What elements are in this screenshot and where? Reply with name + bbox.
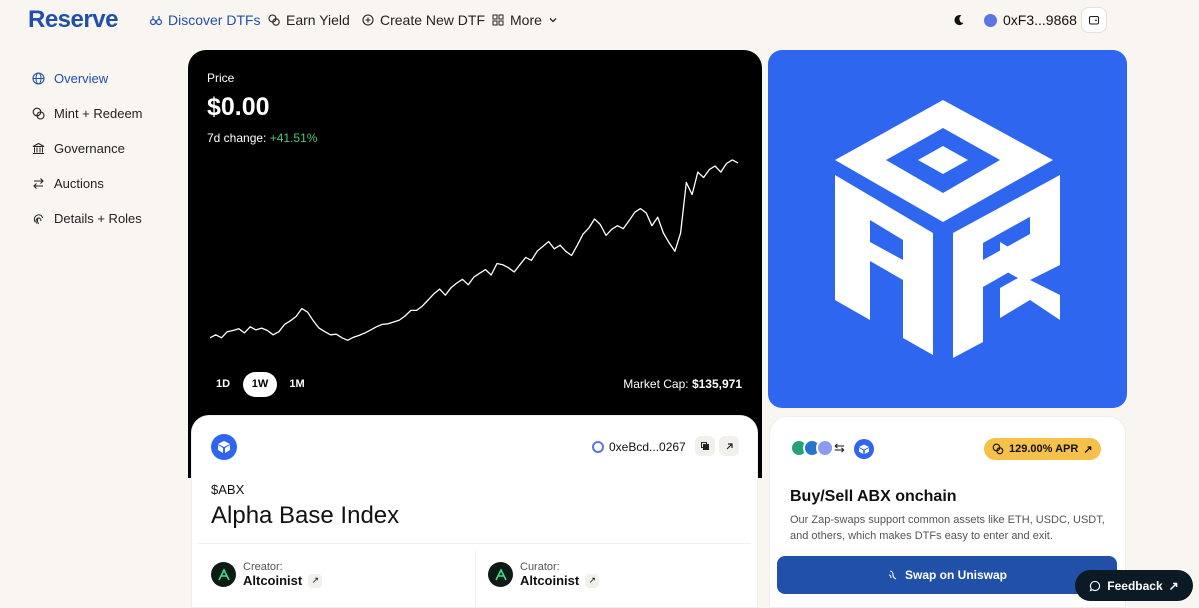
range-button-1m[interactable]: 1M [284, 372, 310, 397]
bank-icon [32, 142, 45, 154]
binoculars-icon [150, 16, 162, 26]
creator-name: Altcoinist [243, 573, 303, 588]
external-link-icon: ↗ [1083, 443, 1093, 456]
divider [198, 543, 751, 544]
price-chart-card: Price $0.00 7d change: +41.51% 1D 1W 1M … [188, 50, 762, 478]
coins-icon [992, 443, 1004, 455]
grid-icon [492, 14, 504, 26]
price-label: Price [207, 71, 235, 85]
altcoinist-avatar [211, 562, 236, 587]
token-ticker: $ABX [211, 482, 245, 497]
feedback-button[interactable]: Feedback ↗ [1075, 570, 1193, 601]
wallet-button[interactable] [1081, 7, 1107, 33]
copy-address-button[interactable] [695, 436, 715, 456]
swap-on-uniswap-button[interactable]: Swap on Uniswap [777, 556, 1117, 594]
swap-button-label: Swap on Uniswap [904, 568, 1007, 582]
creator-info: Creator: Altcoinist ↗ [211, 561, 323, 588]
nav-label: Create New DTF [380, 12, 486, 28]
copy-icon [700, 441, 709, 450]
sidebar-item-mint-redeem[interactable]: Mint + Redeem [32, 106, 143, 121]
price-series-line [209, 159, 739, 341]
price-line-chart [209, 159, 739, 341]
sidebar-item-governance[interactable]: Governance [32, 141, 125, 156]
reserve-logo[interactable]: Reserve [28, 6, 118, 34]
base-chain-icon [592, 441, 604, 453]
sidebar-item-label: Auctions [54, 176, 104, 191]
apr-badge[interactable]: 129.00% APR ↗ [984, 438, 1101, 460]
abx-logo [835, 100, 1060, 358]
external-link-icon: ↗ [585, 573, 600, 588]
creator-link[interactable]: Altcoinist ↗ [243, 573, 323, 588]
nav-create-new-dtf[interactable]: Create New DTF [362, 12, 485, 28]
nav-label: Discover DTFs [168, 12, 261, 28]
nav-more-dropdown[interactable]: More [492, 12, 558, 28]
contract-address-text: 0xeBcd...0267 [609, 440, 686, 454]
external-link-icon: ↗ [308, 573, 323, 588]
nav-label: More [510, 12, 542, 28]
altcoinist-avatar [488, 562, 513, 587]
moon-icon[interactable] [952, 13, 966, 27]
ethereum-icon [984, 13, 997, 27]
curator-name: Altcoinist [520, 573, 580, 588]
price-change: 7d change: +41.51% [207, 131, 317, 145]
divider [475, 551, 476, 608]
sidebar-item-label: Details + Roles [54, 211, 142, 226]
chat-icon [1089, 580, 1101, 591]
external-link-icon: ↗ [1168, 578, 1179, 593]
swap-title: Buy/Sell ABX onchain [790, 488, 957, 505]
curator-info: Curator: Altcoinist ↗ [488, 561, 600, 588]
uniswap-icon [888, 570, 897, 580]
abx-token-icon [211, 434, 237, 460]
globe-icon [32, 72, 45, 85]
curator-label: Curator: [520, 561, 560, 573]
feedback-label: Feedback [1107, 578, 1163, 593]
change-label: 7d change: [207, 131, 267, 145]
supported-assets [790, 439, 834, 457]
fingerprint-icon [33, 214, 43, 225]
sidebar-item-label: Governance [54, 141, 125, 156]
range-button-1w[interactable]: 1W [243, 372, 277, 397]
swap-description: Our Zap-swaps support common assets like… [790, 514, 1105, 542]
dtf-logo-card [768, 50, 1127, 408]
open-explorer-button[interactable] [719, 436, 739, 456]
swap-arrows-icon: ⇆ [834, 440, 845, 455]
token-name: Alpha Base Index [211, 502, 400, 529]
wallet-icon [1088, 15, 1100, 25]
coins-icon [32, 107, 45, 120]
coins-icon [268, 14, 280, 26]
price-value: $0.00 [207, 93, 270, 121]
ethereum-icon [816, 439, 834, 457]
sidebar-item-label: Mint + Redeem [54, 106, 143, 121]
sidebar-item-label: Overview [54, 71, 109, 86]
external-link-icon [726, 442, 733, 449]
wallet-address: 0xF3...9868 [1003, 12, 1077, 28]
wallet-address-button[interactable]: 0xF3...9868 [984, 12, 1077, 28]
change-value: +41.51% [269, 131, 318, 145]
market-cap: Market Cap: $135,971 [623, 377, 742, 391]
nav-discover-dtfs[interactable]: Discover DTFs [150, 12, 261, 28]
creator-label: Creator: [243, 561, 283, 573]
abx-token-icon [854, 439, 874, 459]
plus-circle-icon [362, 14, 374, 26]
swap-icon [33, 178, 44, 189]
range-button-1d[interactable]: 1D [210, 372, 236, 397]
sidebar-item-details-roles[interactable]: Details + Roles [32, 211, 142, 226]
market-cap-value: $135,971 [691, 377, 742, 391]
swap-card: ⇆ 129.00% APR ↗ Buy/Sell ABX onchain Our… [769, 416, 1126, 608]
market-cap-label: Market Cap: [623, 377, 689, 391]
nav-earn-yield[interactable]: Earn Yield [268, 12, 350, 28]
nav-label: Earn Yield [286, 12, 350, 28]
top-navigation: Reserve Discover DTFs Earn Yield Create … [0, 0, 1199, 42]
sidebar-item-overview[interactable]: Overview [32, 71, 108, 86]
curator-link[interactable]: Altcoinist ↗ [520, 573, 600, 588]
chevron-down-icon [549, 18, 557, 23]
token-info-card: 0xeBcd...0267 $ABX Alpha Base Index Crea… [191, 415, 758, 608]
sidebar-item-auctions[interactable]: Auctions [32, 176, 104, 191]
apr-value: 129.00% APR [1009, 443, 1079, 455]
contract-address: 0xeBcd...0267 [592, 440, 686, 454]
